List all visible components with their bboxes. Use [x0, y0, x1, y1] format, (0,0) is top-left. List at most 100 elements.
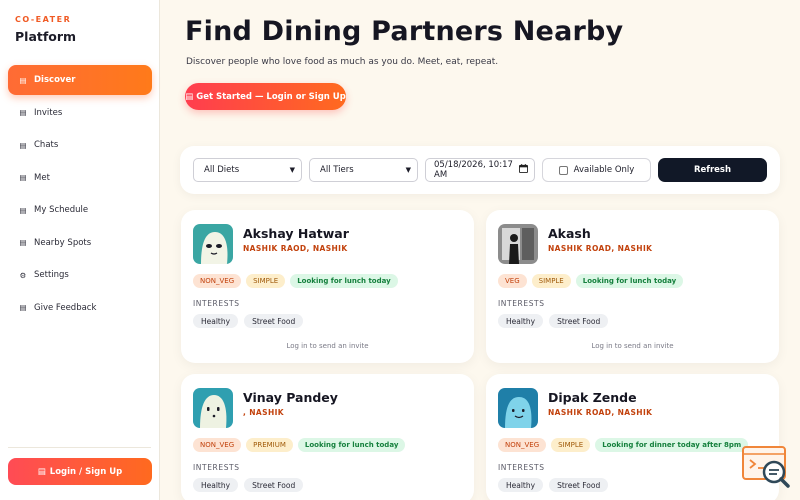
- brand-title: Platform: [15, 29, 77, 44]
- sidebar-item-nearby-spots[interactable]: ▤ Nearby Spots: [8, 228, 152, 258]
- avatar: [498, 224, 538, 264]
- interest-chip: Healthy: [498, 478, 544, 492]
- avatar: [498, 388, 538, 428]
- partner-card: Akash NASHIK ROAD, NASHIK VEG SIMPLE Loo…: [486, 210, 779, 363]
- available-only-checkbox[interactable]: [558, 165, 568, 175]
- tier-badge: PREMIUM: [246, 438, 293, 452]
- page-icon: ▤: [19, 205, 27, 215]
- interest-chip: Healthy: [193, 314, 239, 328]
- chevron-down-icon: ▼: [289, 166, 295, 174]
- sidebar-item-label: Nearby Spots: [34, 237, 92, 248]
- login-signup-button[interactable]: ▤ Login / Sign Up: [8, 458, 152, 485]
- partner-card: Vinay Pandey , NASHIK NON_VEG PREMIUM Lo…: [181, 374, 474, 500]
- sidebar-item-invites[interactable]: ▤ Invites: [8, 98, 152, 128]
- avatar: [193, 224, 233, 264]
- diet-filter-select[interactable]: All Diets ▼: [193, 158, 302, 182]
- page-icon: ▤: [37, 466, 46, 477]
- page-icon: ▤: [19, 75, 27, 85]
- partner-card: Akshay Hatwar NASHIK RAOD, NASHIK NON_VE…: [181, 210, 474, 363]
- interests-list: Healthy Street Food: [498, 478, 609, 492]
- interests-label: INTERESTS: [193, 299, 240, 308]
- tier-badge: SIMPLE: [551, 438, 591, 452]
- partner-location: NASHIK ROAD, NASHIK: [548, 244, 653, 253]
- partner-name: Akash: [548, 226, 591, 241]
- tier-filter-select[interactable]: All Tiers ▼: [309, 158, 418, 182]
- interest-chip: Healthy: [193, 478, 239, 492]
- chat-search-widget-icon[interactable]: [741, 444, 791, 490]
- page-title: Find Dining Partners Nearby: [185, 16, 624, 47]
- page-icon: ▤: [19, 303, 27, 312]
- partner-location: , NASHIK: [243, 408, 285, 417]
- diet-badge: NON_VEG: [193, 438, 242, 452]
- invite-hint: Log in to send an invite: [591, 342, 674, 350]
- refresh-button[interactable]: Refresh: [658, 158, 767, 182]
- status-badge: Looking for lunch today: [297, 438, 406, 452]
- status-badge: Looking for lunch today: [290, 274, 398, 288]
- diet-badge: NON_VEG: [193, 274, 242, 288]
- interest-chip: Street Food: [244, 314, 304, 328]
- get-started-button[interactable]: ▤ Get Started — Login or Sign Up: [185, 83, 346, 110]
- get-started-label: Get Started — Login or Sign Up: [196, 91, 346, 102]
- tier-badge: SIMPLE: [531, 274, 571, 288]
- status-badge: Looking for lunch today: [575, 274, 684, 288]
- chevron-down-icon: ▼: [405, 166, 411, 174]
- interests-list: Healthy Street Food: [193, 478, 304, 492]
- tag-row: NON_VEG SIMPLE Looking for dinner today …: [498, 438, 749, 452]
- sidebar-nav: ▤ Discover ▤ Invites ▤ Chats ▤ Met ▤ My Sched…: [8, 65, 152, 325]
- sidebar-item-give-feedback[interactable]: ▤ Give Feedback: [8, 293, 152, 323]
- interest-chip: Street Food: [549, 314, 609, 328]
- available-only-label: Available Only: [573, 165, 635, 175]
- filter-bar: All Diets ▼ All Tiers ▼ 05/18/2026, 10:1…: [180, 146, 780, 194]
- status-badge: Looking for dinner today after 8pm: [595, 438, 749, 452]
- sidebar-item-discover[interactable]: ▤ Discover: [8, 65, 152, 95]
- brand-kicker: CO-EATER: [15, 15, 72, 24]
- sidebar-item-label: Invites: [34, 107, 63, 118]
- diet-badge: VEG: [498, 274, 527, 288]
- interest-chip: Street Food: [244, 478, 304, 492]
- sidebar-item-met[interactable]: ▤ Met: [8, 163, 152, 193]
- invite-hint: Log in to send an invite: [286, 342, 369, 350]
- login-signup-label: Login / Sign Up: [49, 466, 123, 477]
- datetime-input[interactable]: 05/18/2026, 10:17 AM: [425, 158, 535, 182]
- calendar-icon: [519, 164, 528, 176]
- tag-row: NON_VEG PREMIUM Looking for lunch today: [193, 438, 406, 452]
- diet-badge: NON_VEG: [498, 438, 547, 452]
- tier-badge: SIMPLE: [246, 274, 286, 288]
- interest-chip: Street Food: [549, 478, 609, 492]
- page-icon: ▤: [185, 91, 194, 102]
- page-icon: ▤: [19, 238, 27, 247]
- interests-label: INTERESTS: [498, 299, 545, 308]
- sidebar-item-label: Give Feedback: [34, 302, 97, 313]
- sidebar-item-chats[interactable]: ▤ Chats: [8, 130, 152, 160]
- interests-list: Healthy Street Food: [193, 314, 304, 328]
- page-subtitle: Discover people who love food as much as…: [186, 57, 499, 67]
- interests-label: INTERESTS: [498, 463, 545, 472]
- interests-list: Healthy Street Food: [498, 314, 609, 328]
- tag-row: NON_VEG SIMPLE Looking for lunch today: [193, 274, 398, 288]
- page-icon: ▤: [19, 108, 27, 117]
- sidebar-item-label: Settings: [34, 270, 69, 280]
- avatar: [193, 388, 233, 428]
- partner-location: NASHIK ROAD, NASHIK: [548, 408, 653, 417]
- tag-row: VEG SIMPLE Looking for lunch today: [498, 274, 684, 288]
- sidebar-item-label: Discover: [34, 75, 76, 85]
- gear-icon: ⚙: [19, 270, 27, 280]
- page-icon: ▤: [19, 140, 27, 150]
- partner-location: NASHIK RAOD, NASHIK: [243, 244, 348, 253]
- partner-name: Akshay Hatwar: [243, 226, 349, 241]
- partner-card: Dipak Zende NASHIK ROAD, NASHIK NON_VEG …: [486, 374, 779, 500]
- available-only-toggle[interactable]: Available Only: [542, 158, 651, 182]
- diet-filter-value: All Diets: [204, 165, 240, 175]
- tier-filter-value: All Tiers: [320, 165, 354, 175]
- sidebar-item-label: Met: [34, 172, 50, 183]
- sidebar-item-label: Chats: [34, 140, 59, 150]
- partner-name: Dipak Zende: [548, 390, 637, 405]
- sidebar-item-my-schedule[interactable]: ▤ My Schedule: [8, 195, 152, 225]
- sidebar-item-label: My Schedule: [34, 205, 89, 215]
- datetime-value: 05/18/2026, 10:17 AM: [434, 160, 513, 180]
- sidebar-divider: [8, 447, 151, 448]
- page-icon: ▤: [19, 173, 27, 182]
- interest-chip: Healthy: [498, 314, 544, 328]
- sidebar-item-settings[interactable]: ⚙ Settings: [8, 260, 152, 290]
- interests-label: INTERESTS: [193, 463, 240, 472]
